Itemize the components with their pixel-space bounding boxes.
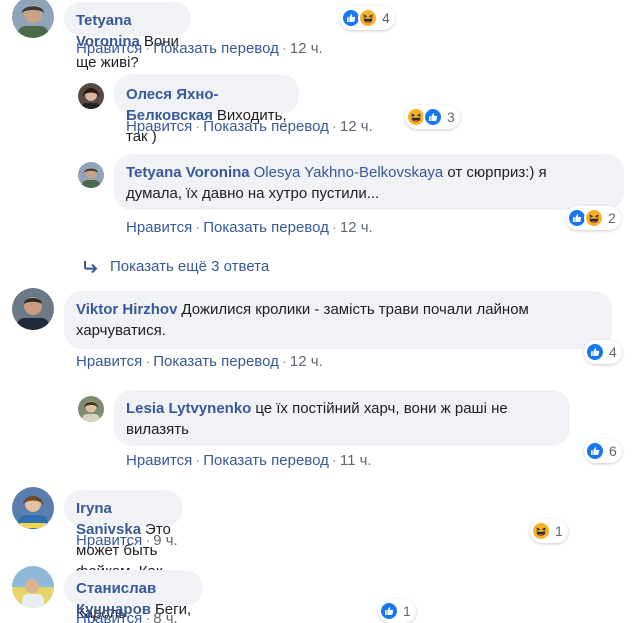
like-icon [585, 441, 605, 461]
comment-actions: Нравится · Показать перевод · 12 ч. [76, 353, 323, 370]
comment-bubble: Станислав КушнаровБеги, кролик, беги! [64, 570, 204, 623]
haha-icon [584, 208, 604, 228]
comment-actions: Нравится · 9 ч. [76, 532, 178, 549]
comment-author[interactable]: Tetyana Voronina [126, 164, 250, 181]
show-translation-link[interactable]: Показать перевод [203, 118, 329, 135]
like-button[interactable]: Нравится [126, 452, 192, 469]
comment-time[interactable]: 12 ч. [340, 219, 373, 236]
avatar[interactable] [78, 396, 104, 422]
like-button[interactable]: Нравится [126, 219, 192, 236]
reaction-count: 6 [609, 443, 617, 459]
comment-bubble: Tetyana Voronina Olesya Yakhno-Belkovskay… [114, 154, 624, 210]
comment-time[interactable]: 12 ч. [290, 40, 323, 57]
avatar[interactable] [12, 0, 54, 38]
avatar[interactable] [78, 83, 104, 109]
reaction-summary[interactable]: 3 [405, 105, 460, 129]
comment-time[interactable]: 8 ч. [153, 610, 178, 623]
like-button[interactable]: Нравится [76, 353, 142, 370]
reaction-count: 4 [609, 344, 617, 360]
haha-icon [531, 521, 551, 541]
avatar[interactable] [78, 162, 104, 188]
comment-bubble: Олеся Яхно-Белковская Виходить, так ) [114, 74, 299, 145]
comment-text: це їх постійний харч, вони ж раші не [255, 400, 508, 417]
reaction-count: 2 [608, 210, 616, 226]
show-translation-link[interactable]: Показать перевод [203, 452, 329, 469]
comment-actions: Нравится · Показать перевод · 12 ч. [76, 40, 323, 57]
like-icon [585, 342, 605, 362]
reaction-count: 3 [447, 109, 455, 125]
haha-icon [358, 8, 378, 28]
comment-bubble: Viktor Hirzhov Дожилися кролики - замість… [64, 291, 612, 349]
mention-link[interactable]: Olesya Yakhno-Belkovskaya [254, 164, 444, 181]
like-button[interactable]: Нравится [126, 118, 192, 135]
comment-bubble: Iryna SanivskaЭто может быть фейком. Как… [64, 490, 183, 622]
like-button[interactable]: Нравится [76, 610, 142, 623]
comment-author[interactable]: Lesia Lytvynenko [126, 400, 251, 417]
comment-actions: Нравится · Показать перевод · 12 ч. [126, 118, 373, 135]
comment-author[interactable]: Viktor Hirzhov [76, 301, 177, 318]
comment-time[interactable]: 11 ч. [340, 452, 372, 469]
like-button[interactable]: Нравится [76, 532, 142, 549]
reaction-summary[interactable]: 4 [340, 6, 395, 30]
like-icon [379, 601, 399, 621]
reaction-summary[interactable]: 6 [584, 439, 622, 463]
like-button[interactable]: Нравится [76, 40, 142, 57]
comment-time[interactable]: 12 ч. [290, 353, 323, 370]
comment-text: Дожилися кролики - замість трави почали … [181, 301, 529, 318]
comment-actions: Нравится · Показать перевод · 12 ч. [126, 219, 373, 236]
avatar[interactable] [12, 487, 54, 529]
show-more-replies-label: Показать ещё 3 ответа [110, 258, 270, 275]
comment-text-line2: харчуватися. [76, 322, 166, 339]
show-translation-link[interactable]: Показать перевод [203, 219, 329, 236]
comment-bubble: Tetyana Voronina Вони ще живі? [64, 2, 191, 71]
comment-time[interactable]: 9 ч. [153, 532, 178, 549]
show-translation-link[interactable]: Показать перевод [153, 353, 279, 370]
comment-actions: Нравится · 8 ч. [76, 610, 178, 623]
avatar[interactable] [12, 288, 54, 330]
like-icon [423, 107, 443, 127]
comment-time[interactable]: 12 ч. [340, 118, 373, 135]
show-translation-link[interactable]: Показать перевод [153, 40, 279, 57]
comment-text: от сюрприз:) я [447, 164, 547, 181]
comment-actions: Нравится · Показать перевод · 11 ч. [126, 452, 372, 469]
reaction-summary[interactable]: 1 [530, 519, 568, 543]
reaction-count: 4 [382, 10, 390, 26]
comment-bubble: Lesia Lytvynenko це їх постійний харч, во… [114, 390, 570, 446]
comment-text-line2: вилазять [126, 421, 189, 438]
reaction-summary[interactable]: 4 [584, 340, 622, 364]
comment-text-line2: думала, їх давно на хутро пустили... [126, 185, 380, 202]
reaction-count: 1 [555, 523, 563, 539]
reply-arrow-icon [84, 260, 98, 273]
reaction-count: 1 [403, 603, 411, 619]
avatar[interactable] [12, 566, 54, 608]
reaction-summary[interactable]: 1 [378, 599, 416, 623]
show-more-replies-link[interactable]: Показать ещё 3 ответа [82, 258, 269, 275]
reaction-summary[interactable]: 2 [566, 206, 621, 230]
